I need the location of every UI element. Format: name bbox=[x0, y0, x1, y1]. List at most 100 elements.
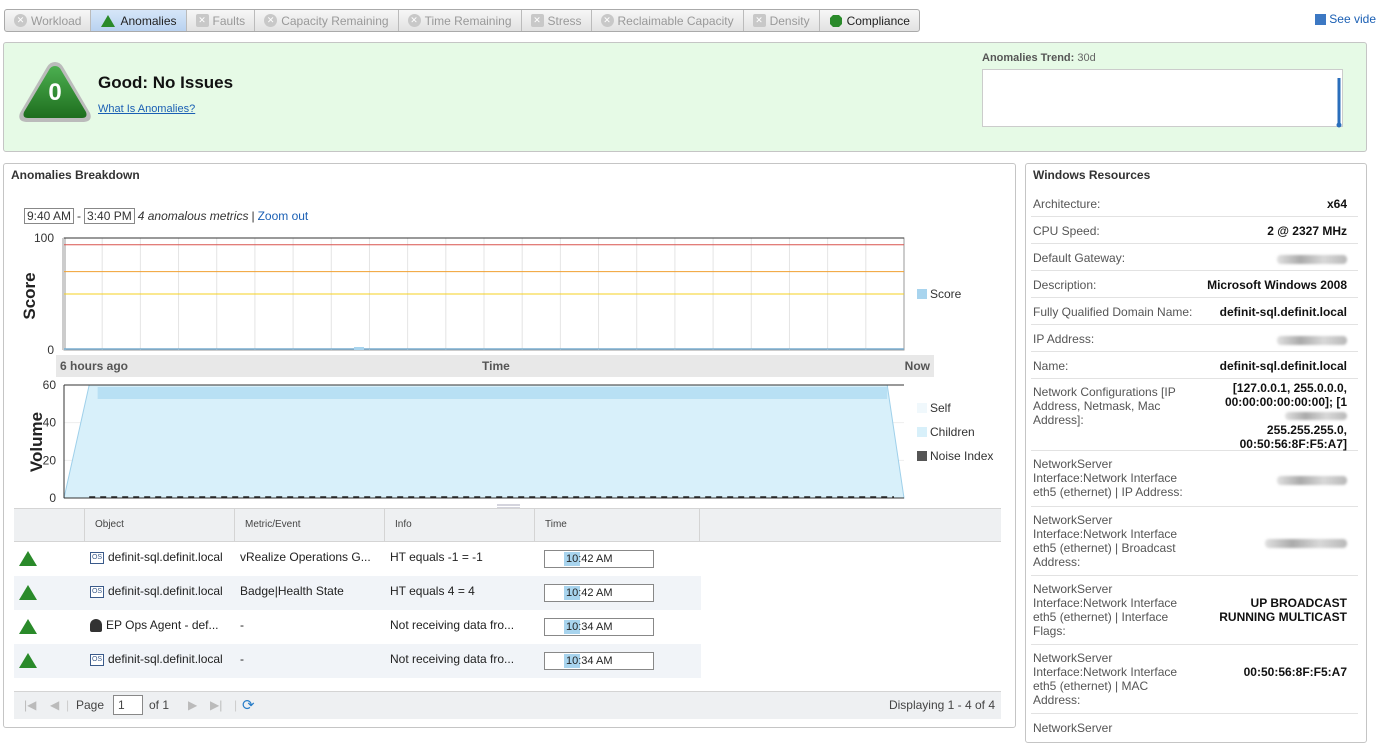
panel-title: Windows Resources bbox=[1033, 168, 1151, 182]
compliance-icon bbox=[829, 14, 842, 27]
time-value: 10:34 AM bbox=[566, 655, 613, 667]
range-divider: | bbox=[251, 209, 255, 223]
resource-key: IP Address: bbox=[1033, 332, 1095, 346]
cell-object: EP Ops Agent - def... bbox=[84, 610, 234, 644]
score-axis-title: Score bbox=[20, 272, 39, 319]
tab-compliance[interactable]: Compliance bbox=[820, 10, 919, 31]
cell-object: OS definit-sql.definit.local bbox=[84, 644, 234, 678]
tab-density[interactable]: ✕ Density bbox=[744, 10, 820, 31]
range-separator: - bbox=[77, 209, 82, 223]
health-triangle-icon bbox=[19, 551, 37, 566]
stress-icon: ✕ bbox=[530, 14, 544, 27]
col-metric[interactable]: Metric/Event bbox=[234, 509, 384, 541]
resource-row: IP Address: bbox=[1031, 325, 1358, 352]
resource-row: NetworkServer bbox=[1031, 714, 1358, 742]
os-icon: OS bbox=[90, 551, 104, 564]
resource-value: Microsoft Windows 2008 bbox=[1207, 278, 1347, 292]
children-area bbox=[63, 384, 905, 499]
resource-row: Network Configurations [IP Address, Netm… bbox=[1031, 379, 1358, 451]
score-value: 0 bbox=[48, 79, 62, 106]
resource-row: Fully Qualified Domain Name: definit-sql.… bbox=[1031, 298, 1358, 325]
see-video-label: See vide bbox=[1329, 12, 1376, 26]
health-triangle-icon bbox=[19, 619, 37, 634]
table-row[interactable]: EP Ops Agent - def... - Not receiving data… bbox=[14, 610, 701, 644]
col-time[interactable]: Time bbox=[534, 509, 699, 541]
resource-row: NetworkServer Interface:Network Interfac… bbox=[1031, 507, 1358, 576]
legend-label: Children bbox=[930, 425, 975, 439]
col-object[interactable]: Object bbox=[84, 509, 234, 541]
table-row[interactable]: OS definit-sql.definit.local - Not receivin… bbox=[14, 644, 701, 678]
resource-key: Name: bbox=[1033, 359, 1069, 373]
cell-object: OS definit-sql.definit.local bbox=[84, 576, 234, 610]
tab-label: Anomalies bbox=[120, 13, 177, 28]
resource-value-redacted bbox=[1277, 334, 1347, 348]
trend-sparkline bbox=[982, 69, 1343, 128]
tab-label: Density bbox=[769, 13, 810, 28]
anomalies-icon bbox=[101, 14, 116, 27]
cell-time: 10:34 AM bbox=[544, 652, 654, 670]
cell-info: HT equals 4 = 4 bbox=[390, 584, 475, 598]
cell-metric: vRealize Operations G... bbox=[240, 550, 371, 564]
resource-key: NetworkServer Interface:Network Interfac… bbox=[1033, 651, 1178, 707]
cell-metric: - bbox=[240, 618, 244, 632]
volume-ytick: 0 bbox=[49, 491, 56, 505]
zoom-out-link[interactable]: Zoom out bbox=[258, 209, 309, 223]
time-icon: ✕ bbox=[407, 14, 421, 27]
health-triangle-icon bbox=[19, 653, 37, 668]
resource-key: NetworkServer bbox=[1033, 721, 1113, 735]
object-name[interactable]: definit-sql.definit.local bbox=[108, 652, 223, 666]
page-input[interactable]: 1 bbox=[113, 695, 143, 715]
resource-value-part: 255.255.255.0, 00:50:56:8F:F5:A7] bbox=[1239, 423, 1347, 451]
tab-workload[interactable]: ✕ Workload bbox=[5, 10, 92, 31]
resource-row: Description: Microsoft Windows 2008 bbox=[1031, 271, 1358, 298]
resource-key: CPU Speed: bbox=[1033, 224, 1100, 238]
first-page-icon[interactable]: |◀ bbox=[24, 698, 36, 712]
grid-pager: |◀ ◀ | Page 1 of 1 ▶ ▶| | ⟳ Displaying 1… bbox=[14, 691, 1001, 719]
resource-row: Name: definit-sql.definit.local bbox=[1031, 352, 1358, 379]
os-icon: OS bbox=[90, 585, 104, 598]
anomalies-breakdown-panel: Anomalies Breakdown 9:40 AM - 3:40 PM 4 … bbox=[3, 163, 1016, 728]
time-value: 10:42 AM bbox=[566, 587, 613, 599]
grid-header: Object Metric/Event Info Time bbox=[14, 508, 1001, 542]
panel-title: Anomalies Breakdown bbox=[11, 168, 140, 182]
time-axis-end: Now bbox=[904, 359, 930, 373]
legend-swatch-score bbox=[917, 289, 927, 299]
range-start-input[interactable]: 9:40 AM bbox=[24, 208, 75, 224]
resource-value: 00:50:56:8F:F5:A7 bbox=[1243, 665, 1347, 679]
tab-capacity-remaining[interactable]: ✕ Capacity Remaining bbox=[255, 10, 399, 31]
time-axis-bar: 6 hours ago Time Now bbox=[56, 355, 934, 377]
col-info[interactable]: Info bbox=[384, 509, 534, 541]
tab-reclaimable-capacity[interactable]: ✕ Reclaimable Capacity bbox=[592, 10, 744, 31]
pager-divider: | bbox=[66, 698, 70, 712]
score-marker bbox=[354, 347, 364, 350]
cell-object: OS definit-sql.definit.local bbox=[84, 542, 234, 576]
object-name[interactable]: EP Ops Agent - def... bbox=[106, 618, 219, 632]
tab-stress[interactable]: ✕ Stress bbox=[522, 10, 592, 31]
object-name[interactable]: definit-sql.definit.local bbox=[108, 584, 223, 598]
range-end-input[interactable]: 3:40 PM bbox=[84, 208, 135, 224]
windows-resources-panel: Windows Resources Architecture: x64 CPU Sp… bbox=[1025, 163, 1367, 743]
resource-row: NetworkServer Interface:Network Interfac… bbox=[1031, 451, 1358, 507]
see-video-link[interactable]: See vide bbox=[1315, 12, 1376, 26]
cell-info: HT equals -1 = -1 bbox=[390, 550, 483, 564]
status-title: Good: No Issues bbox=[98, 73, 234, 92]
table-row[interactable]: OS definit-sql.definit.local Badge|Health … bbox=[14, 576, 701, 610]
refresh-icon[interactable]: ⟳ bbox=[242, 696, 255, 714]
time-value: 10:42 AM bbox=[566, 553, 613, 565]
resource-value-part: [127.0.0.1, 255.0.0.0, 00:00:00:00:00:00… bbox=[1224, 381, 1347, 409]
table-row[interactable]: OS definit-sql.definit.local vRealize Oper… bbox=[14, 542, 701, 576]
next-page-icon[interactable]: ▶ bbox=[188, 698, 197, 712]
resource-key: Architecture: bbox=[1033, 197, 1101, 211]
tab-anomalies[interactable]: Anomalies bbox=[91, 10, 187, 31]
resource-key: Fully Qualified Domain Name: bbox=[1033, 305, 1193, 319]
prev-page-icon[interactable]: ◀ bbox=[50, 698, 59, 712]
object-name[interactable]: definit-sql.definit.local bbox=[108, 550, 223, 564]
tab-label: Reclaimable Capacity bbox=[617, 13, 734, 28]
volume-axis-title: Volume bbox=[27, 412, 46, 472]
last-page-icon[interactable]: ▶| bbox=[210, 698, 222, 712]
what-is-anomalies-link[interactable]: What Is Anomalies? bbox=[98, 103, 195, 115]
tab-faults[interactable]: ✕ Faults bbox=[187, 10, 256, 31]
tab-label: Stress bbox=[547, 13, 582, 28]
resource-row: Architecture: x64 bbox=[1031, 190, 1358, 217]
tab-time-remaining[interactable]: ✕ Time Remaining bbox=[399, 10, 522, 31]
